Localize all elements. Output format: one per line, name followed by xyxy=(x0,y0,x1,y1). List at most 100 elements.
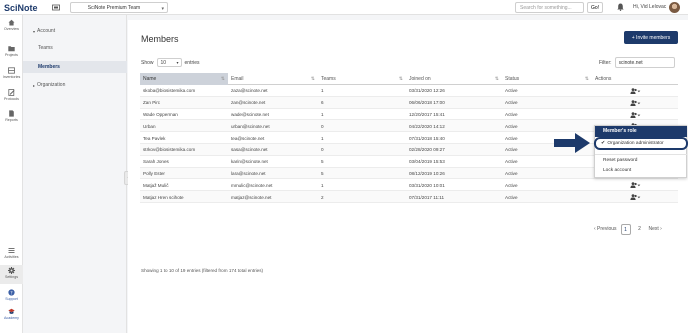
user-role-icon[interactable] xyxy=(630,99,641,106)
cell-email: urban@scinote.net xyxy=(231,123,270,129)
cell-teams: 1 xyxy=(321,88,324,94)
callout-arrow-icon xyxy=(554,133,590,153)
cell-status: Active xyxy=(505,111,518,117)
rail-item-protocols[interactable]: Protocols xyxy=(0,89,23,101)
pagination: ‹ Previous 1 2 Next › xyxy=(592,223,664,235)
team-icon[interactable] xyxy=(52,4,60,11)
rail-item-academy[interactable]: Academy xyxy=(0,308,23,320)
cell-joined: 12/20/2017 15:41 xyxy=(409,111,445,117)
avatar[interactable] xyxy=(669,2,680,13)
cell-joined: 03/31/2020 12:26 xyxy=(409,88,445,94)
cell-email: wade@scinote.net xyxy=(231,111,269,117)
cell-joined: 08/12/2019 10:26 xyxy=(409,170,445,176)
column-header-status[interactable]: Status ⇅ xyxy=(502,73,592,85)
rail-label: Reports xyxy=(5,118,18,122)
scinote-logo[interactable]: SciNote xyxy=(4,2,38,13)
cell-teams: 2 xyxy=(321,194,324,200)
top-bar: SciNote SciNote Premium Team ▾ Go! Hi, V… xyxy=(0,0,688,15)
submenu-members-label: Members xyxy=(38,64,60,70)
cell-teams: 1 xyxy=(321,182,324,188)
pagination-previous[interactable]: ‹ Previous xyxy=(594,224,617,235)
cell-teams: 5 xyxy=(321,170,324,176)
search-input[interactable] xyxy=(516,3,583,12)
user-greeting[interactable]: Hi, Vid Lelovac xyxy=(633,4,666,10)
cell-name: Zan Pirc xyxy=(143,100,161,106)
table-header: Name ⇅ Email ⇅ Teams ⇅ Joined on ⇅ Status ⇅ A… xyxy=(140,73,678,85)
report-icon xyxy=(9,110,14,117)
sort-icon: ⇅ xyxy=(584,76,589,82)
cell-status: Active xyxy=(505,88,518,94)
activity-icon xyxy=(8,248,15,253)
search-go-button[interactable]: Go! xyxy=(587,2,603,13)
submenu-teams-label: Teams xyxy=(38,45,53,51)
sort-icon: ⇅ xyxy=(398,76,403,82)
protocol-icon xyxy=(8,89,15,96)
rail-item-support[interactable]: ? Support xyxy=(0,289,23,301)
reset-password-item[interactable]: Reset password xyxy=(595,158,687,163)
user-role-icon[interactable] xyxy=(630,111,641,118)
column-header-label: Joined on xyxy=(409,76,431,82)
chevron-down-icon: ▾ xyxy=(33,28,36,34)
submenu-organization-label: Organization xyxy=(37,82,66,88)
rail-item-reports[interactable]: Reports xyxy=(0,110,23,122)
chevron-down-icon: ▾ xyxy=(176,60,179,65)
submenu-account[interactable]: ▾ Account xyxy=(23,25,127,37)
rail-item-activities[interactable]: Activities xyxy=(0,247,23,259)
chevron-right-icon: ▸ xyxy=(33,82,36,88)
cell-status: Active xyxy=(505,182,518,188)
dropdown-header: Member's role xyxy=(595,126,687,137)
rail-item-projects[interactable]: Projects xyxy=(0,45,23,57)
column-header-label: Name xyxy=(143,76,157,82)
cell-teams: 6 xyxy=(321,100,324,106)
pagination-page-2[interactable]: 2 xyxy=(635,224,645,235)
filter-label: Filter: xyxy=(599,59,612,66)
column-header-email[interactable]: Email ⇅ xyxy=(228,73,318,85)
rail-item-overview[interactable]: Overview xyxy=(0,19,23,31)
table-info: Showing 1 to 10 of 19 entries (filtered … xyxy=(141,268,264,273)
page-length-select[interactable]: 10 ▾ xyxy=(156,58,182,67)
rail-label: Inventories xyxy=(2,75,21,79)
show-label: Show xyxy=(141,59,154,66)
left-nav-rail: Overview Projects Inventories Protocols … xyxy=(0,15,23,333)
submenu-organization[interactable]: ▸ Organization xyxy=(23,79,127,91)
rail-item-settings[interactable]: Settings xyxy=(0,265,23,284)
cell-teams: 0 xyxy=(321,147,324,153)
search-box[interactable] xyxy=(515,2,584,13)
gear-icon xyxy=(8,267,15,274)
cell-joined: 03/31/2020 10:01 xyxy=(409,182,445,188)
pagination-page-1[interactable]: 1 xyxy=(620,223,631,235)
submenu-teams[interactable]: Teams xyxy=(23,42,127,54)
cell-teams: 1 xyxy=(321,111,324,117)
table-row: skoba@biosistemika.com zaza@scinote.net 1 0… xyxy=(140,85,678,97)
submenu-members[interactable]: Members xyxy=(23,61,127,73)
column-header-joined-on[interactable]: Joined on ⇅ xyxy=(406,73,502,85)
page-title: Members xyxy=(141,34,179,44)
column-header-teams[interactable]: Teams ⇅ xyxy=(318,73,406,85)
home-icon xyxy=(8,19,15,26)
user-role-icon[interactable] xyxy=(630,88,641,94)
column-header-label: Actions xyxy=(595,76,612,82)
team-select[interactable]: SciNote Premium Team ▾ xyxy=(70,2,168,13)
cell-joined: 06/06/2018 17:00 xyxy=(409,100,445,106)
cell-status: Active xyxy=(505,159,518,165)
column-header-name[interactable]: Name ⇅ xyxy=(140,73,228,85)
pagination-next[interactable]: Next › xyxy=(649,224,662,235)
user-role-icon[interactable] xyxy=(630,194,641,201)
sort-icon: ⇅ xyxy=(220,76,225,82)
lock-account-item[interactable]: Lock account xyxy=(595,168,687,173)
page-length-control: Show 10 ▾ entries xyxy=(141,58,200,67)
column-header-label: Status xyxy=(505,76,520,82)
filter-input[interactable] xyxy=(614,57,675,68)
user-role-icon[interactable] xyxy=(630,182,641,189)
rail-item-inventories[interactable]: Inventories xyxy=(0,67,23,79)
invite-members-button[interactable]: + Invite members xyxy=(624,31,678,44)
cell-email: zan@scinote.net xyxy=(231,100,266,106)
academy-icon xyxy=(8,308,15,314)
rail-label: Settings xyxy=(5,275,18,279)
cell-name: strkov@biosistemika.com xyxy=(143,147,196,153)
rail-label: Projects xyxy=(5,53,18,57)
column-header-label: Teams xyxy=(321,76,336,82)
bell-icon[interactable] xyxy=(617,3,624,11)
cell-email: karin@scinote.net xyxy=(231,159,268,165)
cell-email: tea@scinote.net xyxy=(231,135,265,141)
